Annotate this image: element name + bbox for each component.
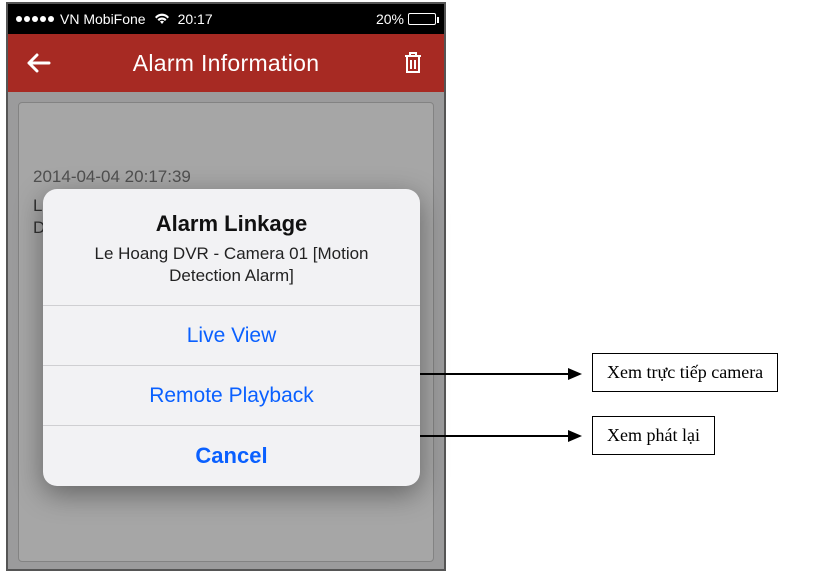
- back-button[interactable]: [22, 46, 56, 80]
- cancel-button[interactable]: Cancel: [43, 426, 420, 486]
- clock-time: 20:17: [178, 11, 376, 27]
- status-bar: VN MobiFone 20:17 20%: [8, 4, 444, 34]
- dialog-title: Alarm Linkage: [63, 211, 400, 237]
- arrow-left-icon: [27, 53, 51, 73]
- wifi-icon: [154, 13, 170, 25]
- carrier-label: VN MobiFone: [60, 11, 146, 27]
- battery-percent: 20%: [376, 11, 404, 27]
- alarm-timestamp: 2014-04-04 20:17:39: [33, 167, 419, 187]
- dialog-header: Alarm Linkage Le Hoang DVR - Camera 01 […: [43, 189, 420, 306]
- live-view-button[interactable]: Live View: [43, 306, 420, 366]
- signal-dots-icon: [16, 16, 54, 22]
- annotation-playback-label: Xem phát lại: [592, 416, 715, 455]
- phone-frame: VN MobiFone 20:17 20% Alarm Information …: [6, 2, 446, 571]
- delete-button[interactable]: [396, 46, 430, 80]
- trash-icon: [403, 51, 423, 75]
- arrow-head-icon: [568, 368, 582, 380]
- nav-bar: Alarm Information: [8, 34, 444, 92]
- annotation-live-view-label: Xem trực tiếp camera: [592, 353, 778, 392]
- annotation-playback: Xem phát lại: [592, 416, 715, 455]
- arrow-head-icon: [568, 430, 582, 442]
- annotation-live-view: Xem trực tiếp camera: [592, 353, 778, 392]
- battery-icon: [408, 13, 436, 25]
- dialog-subtitle: Le Hoang DVR - Camera 01 [Motion Detecti…: [63, 243, 400, 287]
- alarm-linkage-dialog: Alarm Linkage Le Hoang DVR - Camera 01 […: [43, 189, 420, 486]
- page-title: Alarm Information: [56, 50, 396, 77]
- battery-indicator: 20%: [376, 11, 436, 27]
- remote-playback-button[interactable]: Remote Playback: [43, 366, 420, 426]
